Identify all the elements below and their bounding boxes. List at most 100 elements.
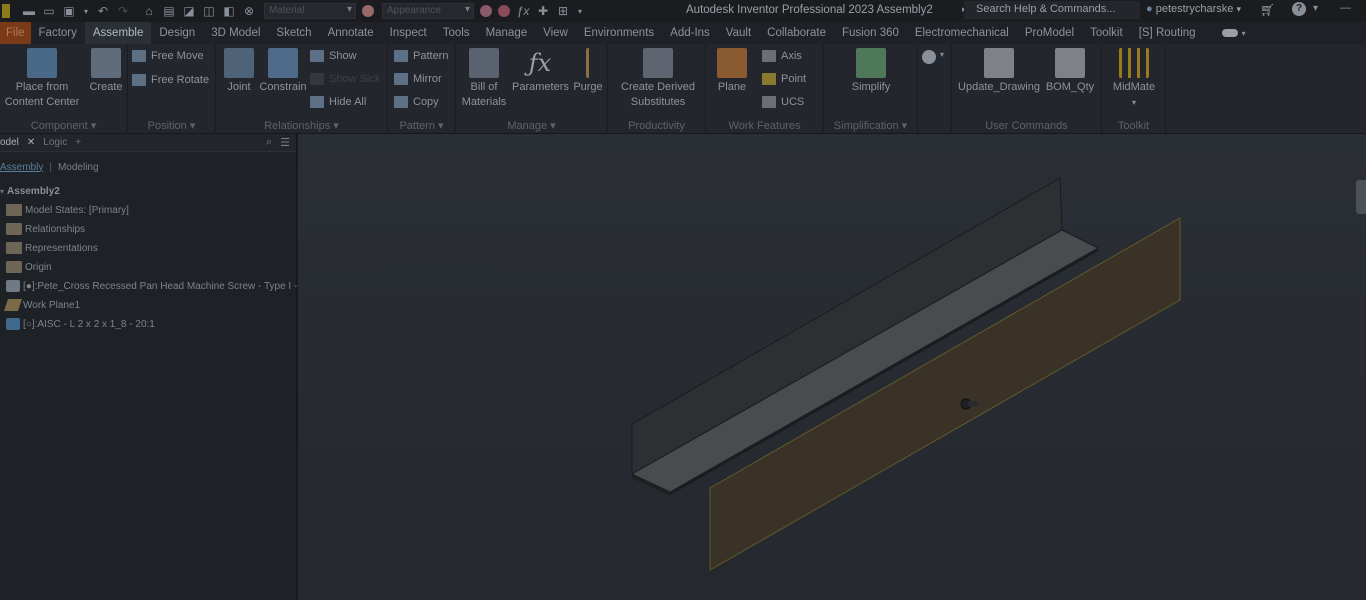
layout-icon[interactable]: ◧ <box>222 4 236 18</box>
ribbon-toggle-icon[interactable] <box>1221 29 1238 37</box>
tab-sketch[interactable]: Sketch <box>268 22 319 44</box>
parameters-button[interactable]: ƒx Parameters <box>512 48 569 95</box>
tab-3d-model[interactable]: 3D Model <box>203 22 268 44</box>
help-dropdown-icon[interactable]: ▾ <box>1313 3 1318 14</box>
joint-button[interactable]: Joint <box>220 48 258 95</box>
point-button[interactable]: Point <box>762 73 806 85</box>
user-account[interactable]: ● petestrycharske ▾ <box>1146 3 1241 15</box>
home-icon[interactable]: ⌂ <box>142 4 156 18</box>
clear-appearance-icon[interactable] <box>498 5 510 17</box>
bill-of-materials-button[interactable]: Bill of Materials <box>460 48 508 110</box>
component-panel-label[interactable]: Component ▾ <box>0 119 127 132</box>
ribbon-toggle-dropdown-icon[interactable]: ▾ <box>1242 29 1246 38</box>
browser-view-assembly[interactable]: Assembly <box>0 162 49 173</box>
tab-file[interactable]: File <box>0 22 31 44</box>
measure-icon[interactable]: ◫ <box>202 4 216 18</box>
plus-icon[interactable]: ✚ <box>536 4 550 18</box>
tree-item-work-plane[interactable]: Work Plane1 <box>4 296 80 314</box>
adjust-appearance-icon[interactable] <box>480 5 492 17</box>
tab-electromechanical[interactable]: Electromechanical <box>907 22 1017 44</box>
manage-panel-label[interactable]: Manage ▾ <box>456 119 607 132</box>
open-file-icon[interactable]: ▭ <box>42 4 56 18</box>
tree-item-representations[interactable]: Representations <box>6 239 98 257</box>
cart-icon[interactable]: 🛒︎ <box>1260 3 1275 17</box>
update-drawing-button[interactable]: Update_Drawing <box>956 48 1042 95</box>
position-panel-label[interactable]: Position ▾ <box>128 119 215 132</box>
update-icon[interactable]: ▤ <box>162 4 176 18</box>
hide-all-button[interactable]: Hide All <box>310 96 366 108</box>
copy-button[interactable]: Copy <box>394 96 439 108</box>
screw-shank-shape[interactable] <box>968 401 978 406</box>
show-sick-button[interactable]: Show Sick <box>310 73 380 85</box>
tab-add-ins[interactable]: Add-Ins <box>662 22 718 44</box>
show-button[interactable]: Show <box>310 50 357 62</box>
new-file-icon[interactable]: ▬ <box>22 4 36 18</box>
ilogic-icon[interactable]: ⊞ <box>556 4 570 18</box>
place-from-content-center-button[interactable]: Place from Content Center <box>2 48 82 110</box>
customize-dropdown-icon[interactable]: ▾ <box>576 4 584 18</box>
tab-vault[interactable]: Vault <box>718 22 759 44</box>
addin-gear-icon[interactable] <box>922 50 936 64</box>
browser-tab-model[interactable]: odel <box>0 137 23 148</box>
free-move-button[interactable]: Free Move <box>132 50 204 62</box>
close-tab-icon[interactable]: ✕ <box>23 137 39 148</box>
add-tab-icon[interactable]: + <box>71 137 85 148</box>
material-dropdown[interactable]: Material <box>264 3 356 19</box>
tab-inspect[interactable]: Inspect <box>382 22 435 44</box>
search-help-input[interactable]: Search Help & Commands... <box>964 1 1140 19</box>
axis-button[interactable]: Axis <box>762 50 802 62</box>
tab-tools[interactable]: Tools <box>435 22 478 44</box>
minimize-icon[interactable]: — <box>1340 2 1351 14</box>
purge-button[interactable]: Purge <box>570 48 606 95</box>
tab-factory[interactable]: Factory <box>31 22 85 44</box>
mirror-button[interactable]: Mirror <box>394 73 442 85</box>
tab-promodel[interactable]: ProModel <box>1017 22 1082 44</box>
simplify-button[interactable]: Simplify <box>844 48 898 95</box>
select-icon[interactable]: ◪ <box>182 4 196 18</box>
tab-design[interactable]: Design <box>151 22 203 44</box>
tree-item-origin[interactable]: Origin <box>6 258 52 276</box>
tree-root-assembly[interactable]: ▾ Assembly2 <box>0 182 60 200</box>
undo-icon[interactable]: ↶ <box>96 4 110 18</box>
tab-annotate[interactable]: Annotate <box>320 22 382 44</box>
simplification-panel-label[interactable]: Simplification ▾ <box>824 119 917 132</box>
bom-qty-button[interactable]: BOM_Qty <box>1044 48 1096 95</box>
pattern-panel-label[interactable]: Pattern ▾ <box>388 119 455 132</box>
tree-item-aisc-angle[interactable]: [○]:AISC - L 2 x 2 x 1_8 - 20:1 <box>6 315 155 333</box>
model-graphics[interactable] <box>298 134 1366 600</box>
relationships-panel-label[interactable]: Relationships ▾ <box>216 119 387 132</box>
appearance-dropdown[interactable]: Appearance <box>382 3 474 19</box>
viewcube-icon[interactable] <box>1356 180 1366 214</box>
ucs-button[interactable]: UCS <box>762 96 804 108</box>
help-icon[interactable]: ? <box>1292 2 1306 16</box>
constrain-button[interactable]: Constrain <box>258 48 308 95</box>
pattern-button[interactable]: Pattern <box>394 50 448 62</box>
browser-view-modeling[interactable]: Modeling <box>52 162 105 173</box>
graphics-viewport[interactable] <box>298 134 1366 600</box>
app-logo-icon[interactable] <box>2 4 10 18</box>
browser-tab-logic[interactable]: Logic <box>39 137 71 148</box>
tree-item-model-states[interactable]: Model States: [Primary] <box>6 201 129 219</box>
tab-assemble[interactable]: Assemble <box>84 22 152 44</box>
create-component-button[interactable]: Create <box>86 48 126 95</box>
addin-dropdown-icon[interactable]: ▾ <box>940 50 944 59</box>
redo-icon[interactable]: ↷ <box>116 4 130 18</box>
tab-view[interactable]: View <box>535 22 576 44</box>
tab-s-routing[interactable]: [S] Routing <box>1131 22 1204 44</box>
parameters-fx-icon[interactable]: ƒx <box>516 4 530 18</box>
cancel-icon[interactable]: ⊗ <box>242 4 256 18</box>
tree-item-screw[interactable]: [●]:Pete_Cross Recessed Pan Head Machine… <box>6 277 308 295</box>
tab-fusion-360[interactable]: Fusion 360 <box>834 22 907 44</box>
midmate-button[interactable]: MidMate ▾ <box>1108 48 1160 110</box>
tab-environments[interactable]: Environments <box>576 22 662 44</box>
save-icon[interactable]: ▣ <box>62 4 76 18</box>
tab-collaborate[interactable]: Collaborate <box>759 22 834 44</box>
tree-item-relationships[interactable]: Relationships <box>6 220 85 238</box>
browser-menu-icon[interactable]: ☰ <box>280 136 290 149</box>
plane-button[interactable]: Plane <box>712 48 752 95</box>
dropdown-arrow-icon[interactable]: ▾ <box>82 4 90 18</box>
tab-manage[interactable]: Manage <box>478 22 536 44</box>
create-derived-substitutes-button[interactable]: Create Derived Substitutes <box>614 48 702 110</box>
appearance-color-icon[interactable] <box>362 5 374 17</box>
tree-expand-icon[interactable]: ▾ <box>0 187 4 196</box>
